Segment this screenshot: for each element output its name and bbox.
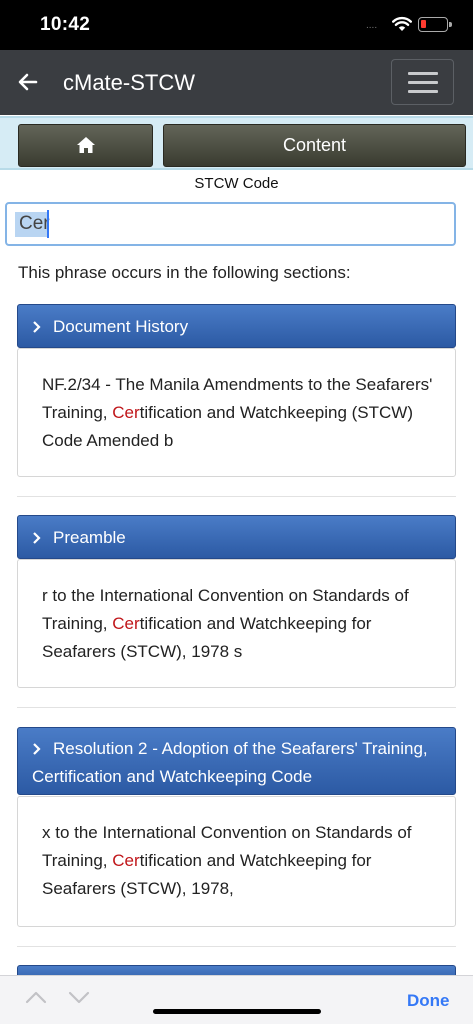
result-snippet-card[interactable]: x to the International Convention on Sta…: [17, 796, 456, 927]
result-snippet: x to the International Convention on Sta…: [42, 819, 442, 903]
chevron-right-icon: [33, 532, 41, 544]
chevron-down-icon[interactable]: [67, 986, 91, 1008]
divider: [17, 496, 456, 497]
status-time: 10:42: [40, 14, 91, 35]
keyboard-toolbar: Done: [0, 975, 473, 1024]
divider: [17, 946, 456, 947]
results-intro: This phrase occurs in the following sect…: [18, 263, 351, 282]
back-arrow-icon[interactable]: [16, 70, 40, 94]
content-button[interactable]: Content: [163, 124, 466, 167]
home-icon: [77, 137, 95, 153]
menu-line: [408, 90, 438, 93]
app-title: cMate-STCW: [63, 70, 195, 95]
result-snippet: r to the International Convention on Sta…: [42, 582, 442, 666]
result-snippet-card[interactable]: r to the International Convention on Sta…: [17, 559, 456, 688]
result-header-resolution-2[interactable]: Resolution 2 - Adoption of the Seafarers…: [17, 727, 456, 795]
result-title: Preamble: [53, 528, 126, 547]
result-header-document-history[interactable]: Document History: [17, 304, 456, 348]
status-bar: 10:42 ....: [0, 0, 473, 50]
text-caret: [47, 210, 49, 238]
section-title: STCW Code: [194, 175, 279, 192]
home-indicator: [153, 1009, 321, 1014]
nav-strip: Content: [0, 116, 473, 170]
result-title: Resolution 2 - Adoption of the Seafarers…: [32, 739, 428, 786]
done-button[interactable]: Done: [407, 991, 450, 1011]
result-snippet: NF.2/34 - The Manila Amendments to the S…: [42, 371, 442, 455]
search-hit: Cer: [112, 403, 140, 422]
result-header-preamble[interactable]: Preamble: [17, 515, 456, 559]
result-title: Document History: [53, 317, 189, 336]
menu-line: [408, 72, 438, 75]
cellular-signal-icon: ....: [366, 20, 378, 31]
chevron-up-icon[interactable]: [24, 986, 48, 1008]
menu-line: [408, 81, 438, 84]
divider: [17, 707, 456, 708]
search-input[interactable]: [5, 202, 456, 246]
result-snippet-card[interactable]: NF.2/34 - The Manila Amendments to the S…: [17, 348, 456, 477]
battery-icon: [418, 17, 452, 32]
search-input-value: Cer: [19, 213, 50, 234]
search-hit: Cer: [112, 851, 140, 870]
battery-level: [421, 20, 426, 28]
app-bar: cMate-STCW: [0, 50, 473, 115]
battery-tip: [449, 22, 452, 27]
wifi-icon: [392, 16, 412, 31]
home-button[interactable]: [18, 124, 153, 167]
chevron-right-icon: [33, 321, 41, 333]
search-hit: Cer: [112, 614, 140, 633]
hamburger-menu-button[interactable]: [391, 59, 454, 105]
